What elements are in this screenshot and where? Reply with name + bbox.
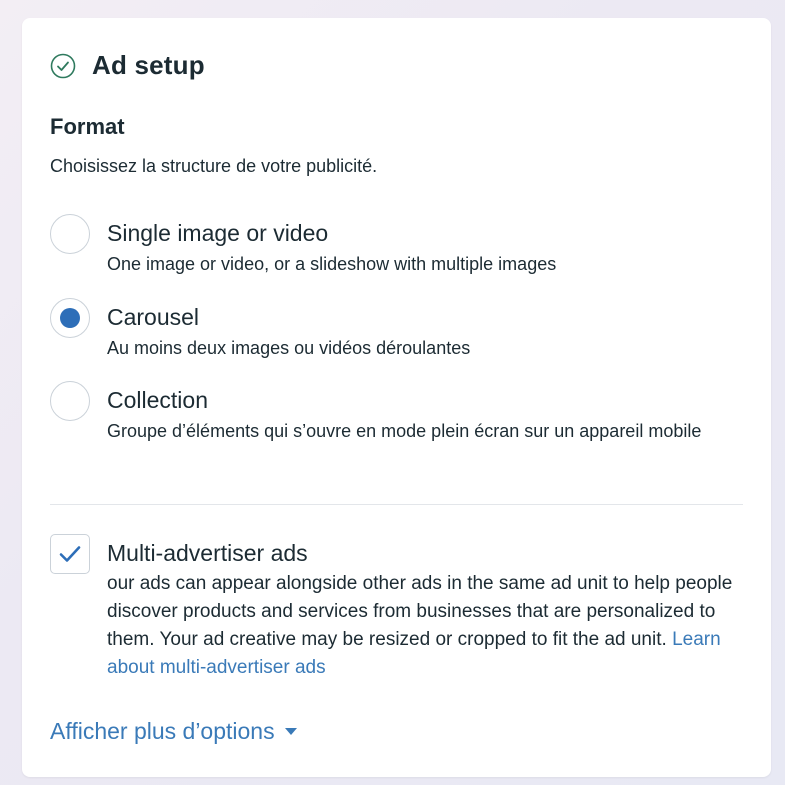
option-text: Single image or video One image or video… — [107, 214, 556, 278]
option-description: Groupe d’éléments qui s’ouvre en mode pl… — [107, 421, 702, 441]
format-title: Format — [50, 114, 125, 139]
divider — [50, 504, 743, 505]
format-option-single-image[interactable]: Single image or video One image or video… — [50, 214, 750, 278]
check-circle-icon — [50, 53, 76, 78]
show-more-options-label: Afficher plus d’options — [50, 718, 275, 744]
multi-advertiser-option[interactable]: Multi-advertiser ads our ads can appear … — [50, 534, 750, 682]
format-description: Choisissez la structure de votre publici… — [50, 156, 378, 176]
option-label: Carousel — [107, 304, 200, 330]
format-option-carousel[interactable]: Carousel Au moins deux images ou vidéos … — [50, 298, 750, 362]
option-label: Single image or video — [107, 220, 329, 246]
radio-single-image[interactable] — [50, 214, 90, 254]
option-text: Collection Groupe d’éléments qui s’ouvre… — [107, 381, 747, 445]
option-label: Collection — [107, 387, 208, 413]
option-description: Au moins deux images ou vidéos déroulant… — [107, 338, 471, 358]
option-text: Carousel Au moins deux images ou vidéos … — [107, 298, 470, 362]
ad-setup-card: Ad setup Format Choisissez la structure … — [22, 18, 771, 777]
checkmark-icon — [59, 546, 81, 562]
show-more-options-button[interactable]: Afficher plus d’options — [50, 718, 297, 745]
page-title: Ad setup — [92, 50, 205, 80]
card-header: Ad setup — [50, 50, 205, 81]
caret-down-icon — [284, 728, 297, 735]
radio-carousel[interactable] — [50, 298, 90, 338]
format-option-collection[interactable]: Collection Groupe d’éléments qui s’ouvre… — [50, 381, 750, 445]
multi-advertiser-checkbox[interactable] — [50, 534, 90, 574]
radio-collection[interactable] — [50, 381, 90, 421]
multi-advertiser-description-text: our ads can appear alongside other ads i… — [107, 573, 733, 650]
option-text: Multi-advertiser ads our ads can appear … — [107, 534, 747, 682]
multi-advertiser-label: Multi-advertiser ads — [107, 540, 308, 566]
option-description: One image or video, or a slideshow with … — [107, 254, 557, 274]
multi-advertiser-description: our ads can appear alongside other ads i… — [107, 570, 747, 682]
